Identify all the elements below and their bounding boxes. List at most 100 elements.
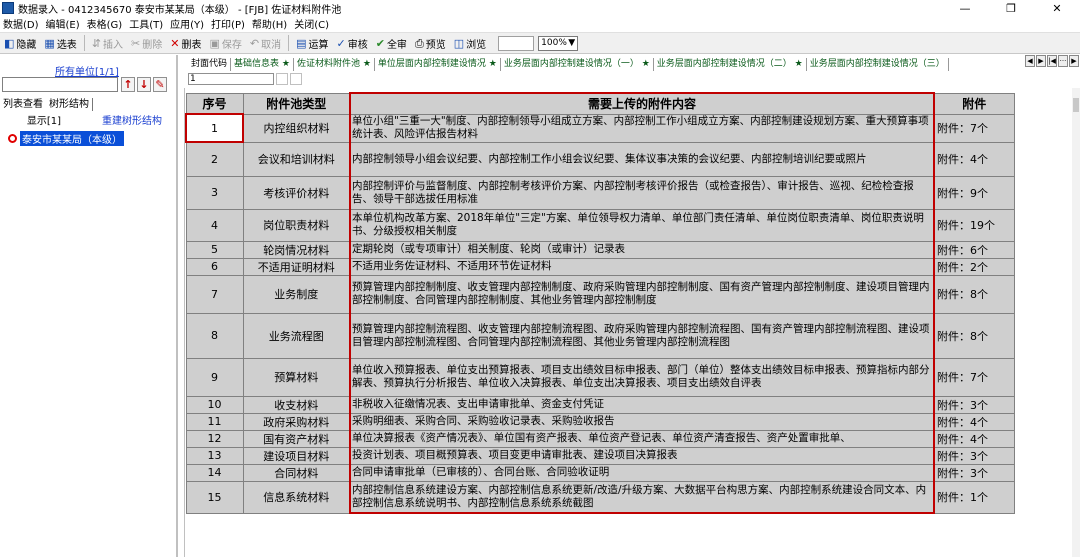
select-table-button[interactable]: ▦ 选表 [40, 33, 80, 53]
row-number-cell[interactable]: 10 [185, 395, 244, 414]
menu-print[interactable]: 打印(P) [208, 16, 249, 31]
attachment-count-cell[interactable]: 附件：4个 [933, 412, 1015, 431]
content-cell[interactable]: 内部控制信息系统建设方案、内部控制信息系统更新/改造/升级方案、大数据平台构思方… [349, 480, 935, 514]
insert-button[interactable]: ⇵ 插入 [88, 33, 127, 53]
type-cell[interactable]: 国有资产材料 [242, 429, 351, 448]
row-number-cell[interactable]: 3 [185, 175, 244, 210]
tab-first-button[interactable]: |◀ [1047, 55, 1057, 67]
type-cell[interactable]: 内控组织材料 [242, 113, 351, 143]
tab-business-level-1[interactable]: 业务层面内部控制建设情况（一） ★ [501, 58, 654, 71]
delete-button[interactable]: ✂ 删除 [127, 33, 166, 53]
row-number-cell[interactable]: 9 [185, 357, 244, 397]
all-units-link[interactable]: 所有单位[1/1] [55, 63, 119, 78]
attachment-count-cell[interactable]: 附件：7个 [933, 357, 1015, 397]
audit-all-button[interactable]: ✔ 全审 [372, 33, 411, 53]
zoom-blank-field[interactable] [498, 35, 535, 51]
content-cell[interactable]: 内部控制评价与监督制度、内部控制考核评价方案、内部控制考核评价报告（或检查报告）… [349, 175, 935, 210]
minimize-button[interactable]: — [942, 0, 988, 16]
row-number-cell[interactable]: 14 [185, 463, 244, 482]
type-cell[interactable]: 信息系统材料 [242, 480, 351, 514]
attachment-count-cell[interactable]: 附件：3个 [933, 395, 1015, 414]
row-number-cell[interactable]: 2 [185, 141, 244, 177]
content-cell[interactable]: 合同申请审批单（已审核的）、合同台账、合同验收证明 [349, 463, 935, 482]
row-number-cell[interactable]: 13 [185, 446, 244, 465]
content-cell[interactable]: 预算管理内部控制制度、收支管理内部控制制度、政府采购管理内部控制制度、国有资产管… [349, 274, 935, 314]
tab-next-button[interactable]: ▶ [1036, 55, 1046, 67]
attachment-count-cell[interactable]: 附件：3个 [933, 446, 1015, 465]
type-cell[interactable]: 岗位职责材料 [242, 208, 351, 242]
scrollbar-thumb[interactable] [1073, 98, 1079, 112]
content-cell[interactable]: 投资计划表、项目概预算表、项目变更申请审批表、建设项目决算报表 [349, 446, 935, 465]
content-cell[interactable]: 单位收入预算报表、单位支出预算报表、项目支出绩效目标申报表、部门（单位）整体支出… [349, 357, 935, 397]
cell-option-box[interactable] [290, 73, 302, 85]
browse-button[interactable]: ◫ 浏览 [450, 33, 490, 53]
row-number-cell[interactable]: 6 [185, 257, 244, 276]
attachment-count-cell[interactable]: 附件：6个 [933, 240, 1015, 259]
type-cell[interactable]: 建设项目材料 [242, 446, 351, 465]
content-cell[interactable]: 内部控制领导小组会议纪要、内部控制工作小组会议纪要、集体议事决策的会议纪要、内部… [349, 141, 935, 177]
cell-reference-field[interactable]: 1 [188, 73, 274, 85]
row-number-cell[interactable]: 7 [185, 274, 244, 314]
type-cell[interactable]: 政府采购材料 [242, 412, 351, 431]
tab-tree-view[interactable]: 树形结构 [46, 98, 93, 111]
type-cell[interactable]: 预算材料 [242, 357, 351, 397]
row-number-cell[interactable]: 15 [185, 480, 244, 514]
tab-prev-button[interactable]: ◀ [1025, 55, 1035, 67]
type-cell[interactable]: 考核评价材料 [242, 175, 351, 210]
vertical-scrollbar[interactable] [1072, 88, 1080, 557]
menu-apply[interactable]: 应用(Y) [167, 16, 208, 31]
cancel-button[interactable]: ↶ 取消 [246, 33, 285, 53]
maximize-button[interactable]: ❐ [988, 0, 1034, 16]
rebuild-tree-button[interactable]: 重建树形结构 [88, 112, 176, 127]
menu-close[interactable]: 关闭(C) [291, 16, 333, 31]
tab-evidence-pool[interactable]: 佐证材料附件池 ★ [294, 58, 375, 71]
row-number-cell[interactable]: 4 [185, 208, 244, 242]
attachment-count-cell[interactable]: 附件：9个 [933, 175, 1015, 210]
tab-more-button[interactable]: ··· [1058, 55, 1068, 67]
menu-table[interactable]: 表格(G) [84, 16, 127, 31]
type-cell[interactable]: 业务制度 [242, 274, 351, 314]
menu-help[interactable]: 帮助(H) [249, 16, 291, 31]
menu-data[interactable]: 数据(D) [0, 16, 43, 31]
row-number-cell[interactable]: 1 [185, 113, 244, 143]
content-cell[interactable]: 非税收入征缴情况表、支出申请审批单、资金支付凭证 [349, 395, 935, 414]
hide-button[interactable]: ◧ 隐藏 [0, 33, 40, 53]
save-button[interactable]: ▣ 保存 [205, 33, 245, 53]
tab-basic-info[interactable]: 基础信息表 ★ [231, 58, 294, 71]
zoom-select[interactable]: 100% ▼ [538, 35, 579, 51]
type-cell[interactable]: 轮岗情况材料 [242, 240, 351, 259]
attachment-count-cell[interactable]: 附件：4个 [933, 429, 1015, 448]
content-cell[interactable]: 定期轮岗（或专项审计）相关制度、轮岗（或审计）记录表 [349, 240, 935, 259]
close-button[interactable]: ✕ [1034, 0, 1080, 16]
arrow-up-button[interactable]: ↑ [121, 77, 135, 92]
content-cell[interactable]: 单位决算报表《资产情况表》、单位国有资产报表、单位资产登记表、单位资产清查报告、… [349, 429, 935, 448]
tree-node-root[interactable]: 泰安市某某局（本级） [8, 131, 124, 146]
tab-unit-level[interactable]: 单位层面内部控制建设情况 ★ [375, 58, 501, 71]
pencil-icon[interactable]: ✎ [153, 77, 167, 92]
content-cell[interactable]: 预算管理内部控制流程图、收支管理内部控制流程图、政府采购管理内部控制流程图、国有… [349, 312, 935, 359]
tab-business-level-3[interactable]: 业务层面内部控制建设情况（三） [807, 58, 949, 71]
audit-button[interactable]: ✓ 审核 [333, 33, 372, 53]
type-cell[interactable]: 业务流程图 [242, 312, 351, 359]
arrow-down-button[interactable]: ↓ [137, 77, 151, 92]
type-cell[interactable]: 不适用证明材料 [242, 257, 351, 276]
unit-search-input[interactable] [2, 77, 118, 92]
content-cell[interactable]: 本单位机构改革方案、2018年单位"三定"方案、单位领导权力清单、单位部门责任清… [349, 208, 935, 242]
type-cell[interactable]: 收支材料 [242, 395, 351, 414]
attachment-count-cell[interactable]: 附件：19个 [933, 208, 1015, 242]
tab-business-level-2[interactable]: 业务层面内部控制建设情况（二） ★ [654, 58, 807, 71]
attachment-count-cell[interactable]: 附件：1个 [933, 480, 1015, 514]
content-cell[interactable]: 采购明细表、采购合同、采购验收记录表、采购验收报告 [349, 412, 935, 431]
type-cell[interactable]: 合同材料 [242, 463, 351, 482]
row-number-cell[interactable]: 12 [185, 429, 244, 448]
content-cell[interactable]: 不适用业务佐证材料、不适用环节佐证材料 [349, 257, 935, 276]
menu-tools[interactable]: 工具(T) [126, 16, 167, 31]
content-cell[interactable]: 单位小组"三重一大"制度、内部控制领导小组成立方案、内部控制工作小组成立方案、内… [349, 113, 935, 143]
attachment-count-cell[interactable]: 附件：2个 [933, 257, 1015, 276]
cell-option-box[interactable] [276, 73, 288, 85]
delete-table-button[interactable]: ✕ 删表 [166, 33, 205, 53]
attachment-count-cell[interactable]: 附件：4个 [933, 141, 1015, 177]
type-cell[interactable]: 会议和培训材料 [242, 141, 351, 177]
attachment-count-cell[interactable]: 附件：8个 [933, 312, 1015, 359]
tab-cover-code[interactable]: 封面代码 [188, 58, 232, 71]
